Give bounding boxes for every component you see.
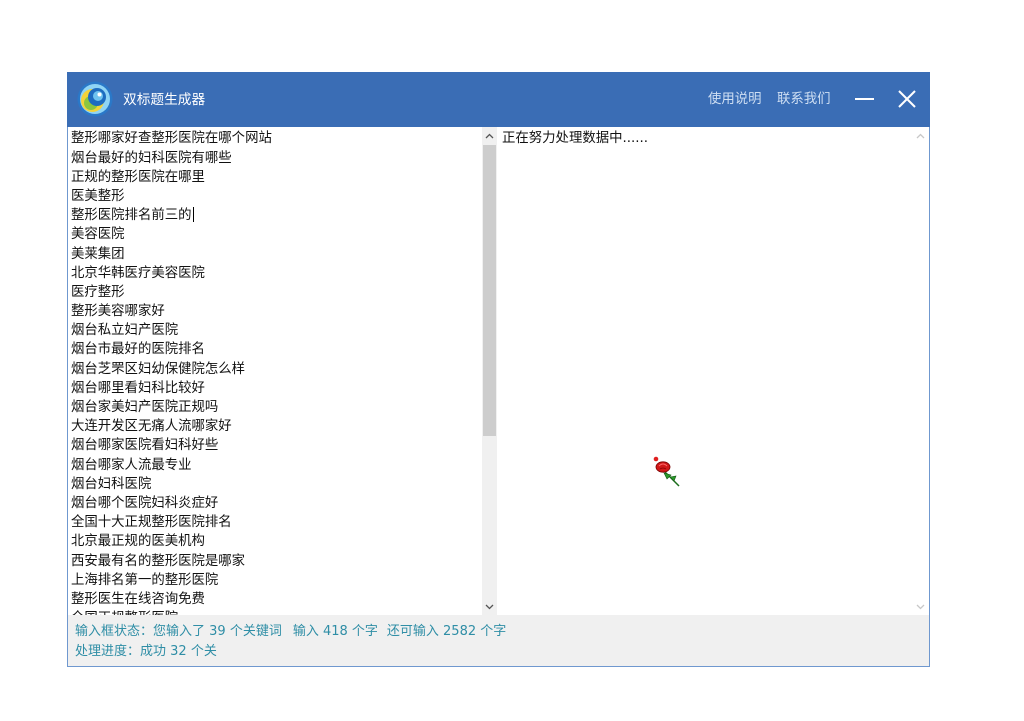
keyword-line[interactable]: 全国十大正规整形医院排名: [71, 513, 482, 532]
minimize-icon: [855, 98, 874, 100]
keyword-text: 正规的整形医院在哪里: [71, 169, 205, 185]
keyword-text: 烟台私立妇产医院: [71, 323, 179, 339]
keyword-text: 烟台哪家人流最专业: [71, 457, 192, 473]
keyword-text: 烟台最好的妇科医院有哪些: [71, 150, 232, 166]
keyword-text: 烟台家美妇产医院正规吗: [71, 400, 219, 416]
processing-message: 正在努力处理数据中......: [502, 131, 649, 147]
keyword-line[interactable]: 美莱集团: [71, 245, 482, 264]
keyword-line[interactable]: 美容医院: [71, 225, 482, 244]
keyword-line[interactable]: 大连开发区无痛人流哪家好: [71, 417, 482, 436]
keyword-line[interactable]: 整形医生在线咨询免费: [71, 590, 482, 609]
status-bar: 输入框状态：您输入了 39 个关键词 输入 418 个字 还可输入 2582 个字 …: [68, 615, 929, 666]
title-bar[interactable]: 双标题生成器 使用说明 联系我们: [67, 72, 930, 127]
scroll-down-button[interactable]: [913, 598, 928, 615]
close-button[interactable]: [894, 86, 920, 112]
keyword-text: 整形美容哪家好: [71, 304, 165, 320]
keyword-line[interactable]: 烟台家美妇产医院正规吗: [71, 398, 482, 417]
keyword-text: 西安最有名的整形医院是哪家: [71, 553, 246, 569]
text-cursor: [192, 207, 194, 223]
keyword-line[interactable]: 烟台私立妇产医院: [71, 321, 482, 340]
keyword-text: 烟台哪家医院看妇科好些: [71, 438, 219, 454]
keyword-text: 全国十大正规整形医院排名: [71, 515, 232, 531]
contact-link[interactable]: 联系我们: [777, 91, 831, 109]
keyword-lines: 整形哪家好查整形医院在哪个网站 烟台最好的妇科医院有哪些 正规的整形医院在哪里 医美整…: [68, 127, 482, 615]
keyword-line[interactable]: 医疗整形: [71, 283, 482, 302]
app-window: 双标题生成器 使用说明 联系我们 整形哪家好查整形医院在哪个网站 烟台最好的妇科医…: [67, 72, 930, 667]
chevron-up-icon: [485, 133, 494, 139]
keyword-text: 烟台芝罘区妇幼保健院怎么样: [71, 361, 246, 377]
keyword-line[interactable]: 正规的整形医院在哪里: [71, 168, 482, 187]
help-link[interactable]: 使用说明: [708, 91, 762, 109]
keyword-scrollbar[interactable]: [482, 127, 497, 615]
keyword-line[interactable]: 整形医院排名前三的: [71, 206, 482, 225]
progress-value: 成功 32 个关: [140, 644, 217, 659]
keyword-line[interactable]: 烟台哪里看妇科比较好: [71, 379, 482, 398]
keyword-text: 美容医院: [71, 227, 125, 243]
keyword-count: 您输入了 39 个关键词: [153, 624, 282, 639]
input-status-label: 输入框状态：: [75, 624, 154, 639]
keyword-input[interactable]: 整形哪家好查整形医院在哪个网站 烟台最好的妇科医院有哪些 正规的整形医院在哪里 医美整…: [68, 127, 497, 615]
keyword-line[interactable]: 整形哪家好查整形医院在哪个网站: [71, 129, 482, 148]
keyword-line[interactable]: 北京最正规的医美机构: [71, 532, 482, 551]
progress-status: 处理进度：成功 32 个关: [75, 642, 929, 662]
char-count: 输入 418 个字: [292, 624, 378, 639]
keyword-text: 整形医生在线咨询免费: [71, 591, 205, 607]
keyword-line[interactable]: 上海排名第一的整形医院: [71, 571, 482, 590]
scroll-up-button[interactable]: [913, 127, 928, 144]
keyword-text: 上海排名第一的整形医院: [71, 572, 219, 588]
scrollbar-thumb[interactable]: [483, 145, 496, 436]
keyword-text: 医疗整形: [71, 284, 125, 300]
keyword-line[interactable]: 烟台哪个医院妇科炎症好: [71, 494, 482, 513]
chevron-down-icon: [916, 604, 925, 610]
keyword-text: 烟台哪个医院妇科炎症好: [71, 495, 219, 511]
keyword-line[interactable]: 烟台芝罘区妇幼保健院怎么样: [71, 360, 482, 379]
keyword-line[interactable]: 烟台哪家人流最专业: [71, 456, 482, 475]
keyword-line[interactable]: 烟台哪家医院看妇科好些: [71, 436, 482, 455]
keyword-text: 烟台哪里看妇科比较好: [71, 380, 205, 396]
keyword-line[interactable]: 烟台市最好的医院排名: [71, 340, 482, 359]
keyword-line[interactable]: 北京华韩医疗美容医院: [71, 264, 482, 283]
input-status: 输入框状态：您输入了 39 个关键词 输入 418 个字 还可输入 2582 个字: [75, 622, 929, 642]
app-logo-icon: [77, 81, 113, 117]
chevron-up-icon: [916, 133, 925, 139]
keyword-text: 北京华韩医疗美容医院: [71, 265, 205, 281]
keyword-text: 整形医院排名前三的: [71, 208, 192, 224]
keyword-line[interactable]: 烟台妇科医院: [71, 475, 482, 494]
keyword-text: 烟台市最好的医院排名: [71, 342, 205, 358]
keyword-line[interactable]: 医美整形: [71, 187, 482, 206]
close-icon: [898, 90, 916, 108]
output-panel[interactable]: 正在努力处理数据中......: [497, 127, 929, 615]
progress-label: 处理进度：: [75, 644, 141, 659]
keyword-text: 美莱集团: [71, 246, 125, 262]
keyword-line[interactable]: 整形美容哪家好: [71, 302, 482, 321]
keyword-text: 整形哪家好查整形医院在哪个网站: [71, 131, 272, 147]
keyword-text: 北京最正规的医美机构: [71, 534, 205, 550]
keyword-text: 烟台妇科医院: [71, 476, 152, 492]
minimize-button[interactable]: [852, 86, 878, 112]
chevron-down-icon: [485, 604, 494, 610]
keyword-line[interactable]: 西安最有名的整形医院是哪家: [71, 552, 482, 571]
output-scrollbar[interactable]: [913, 127, 928, 615]
keyword-text: 医美整形: [71, 188, 125, 204]
rose-icon: [653, 456, 680, 487]
scroll-up-button[interactable]: [482, 127, 497, 144]
scroll-down-button[interactable]: [482, 598, 497, 615]
window-title: 双标题生成器: [123, 92, 206, 108]
keyword-line[interactable]: 烟台最好的妇科医院有哪些: [71, 149, 482, 168]
remaining-count: 还可输入 2582 个字: [386, 624, 507, 639]
keyword-text: 大连开发区无痛人流哪家好: [71, 419, 232, 435]
